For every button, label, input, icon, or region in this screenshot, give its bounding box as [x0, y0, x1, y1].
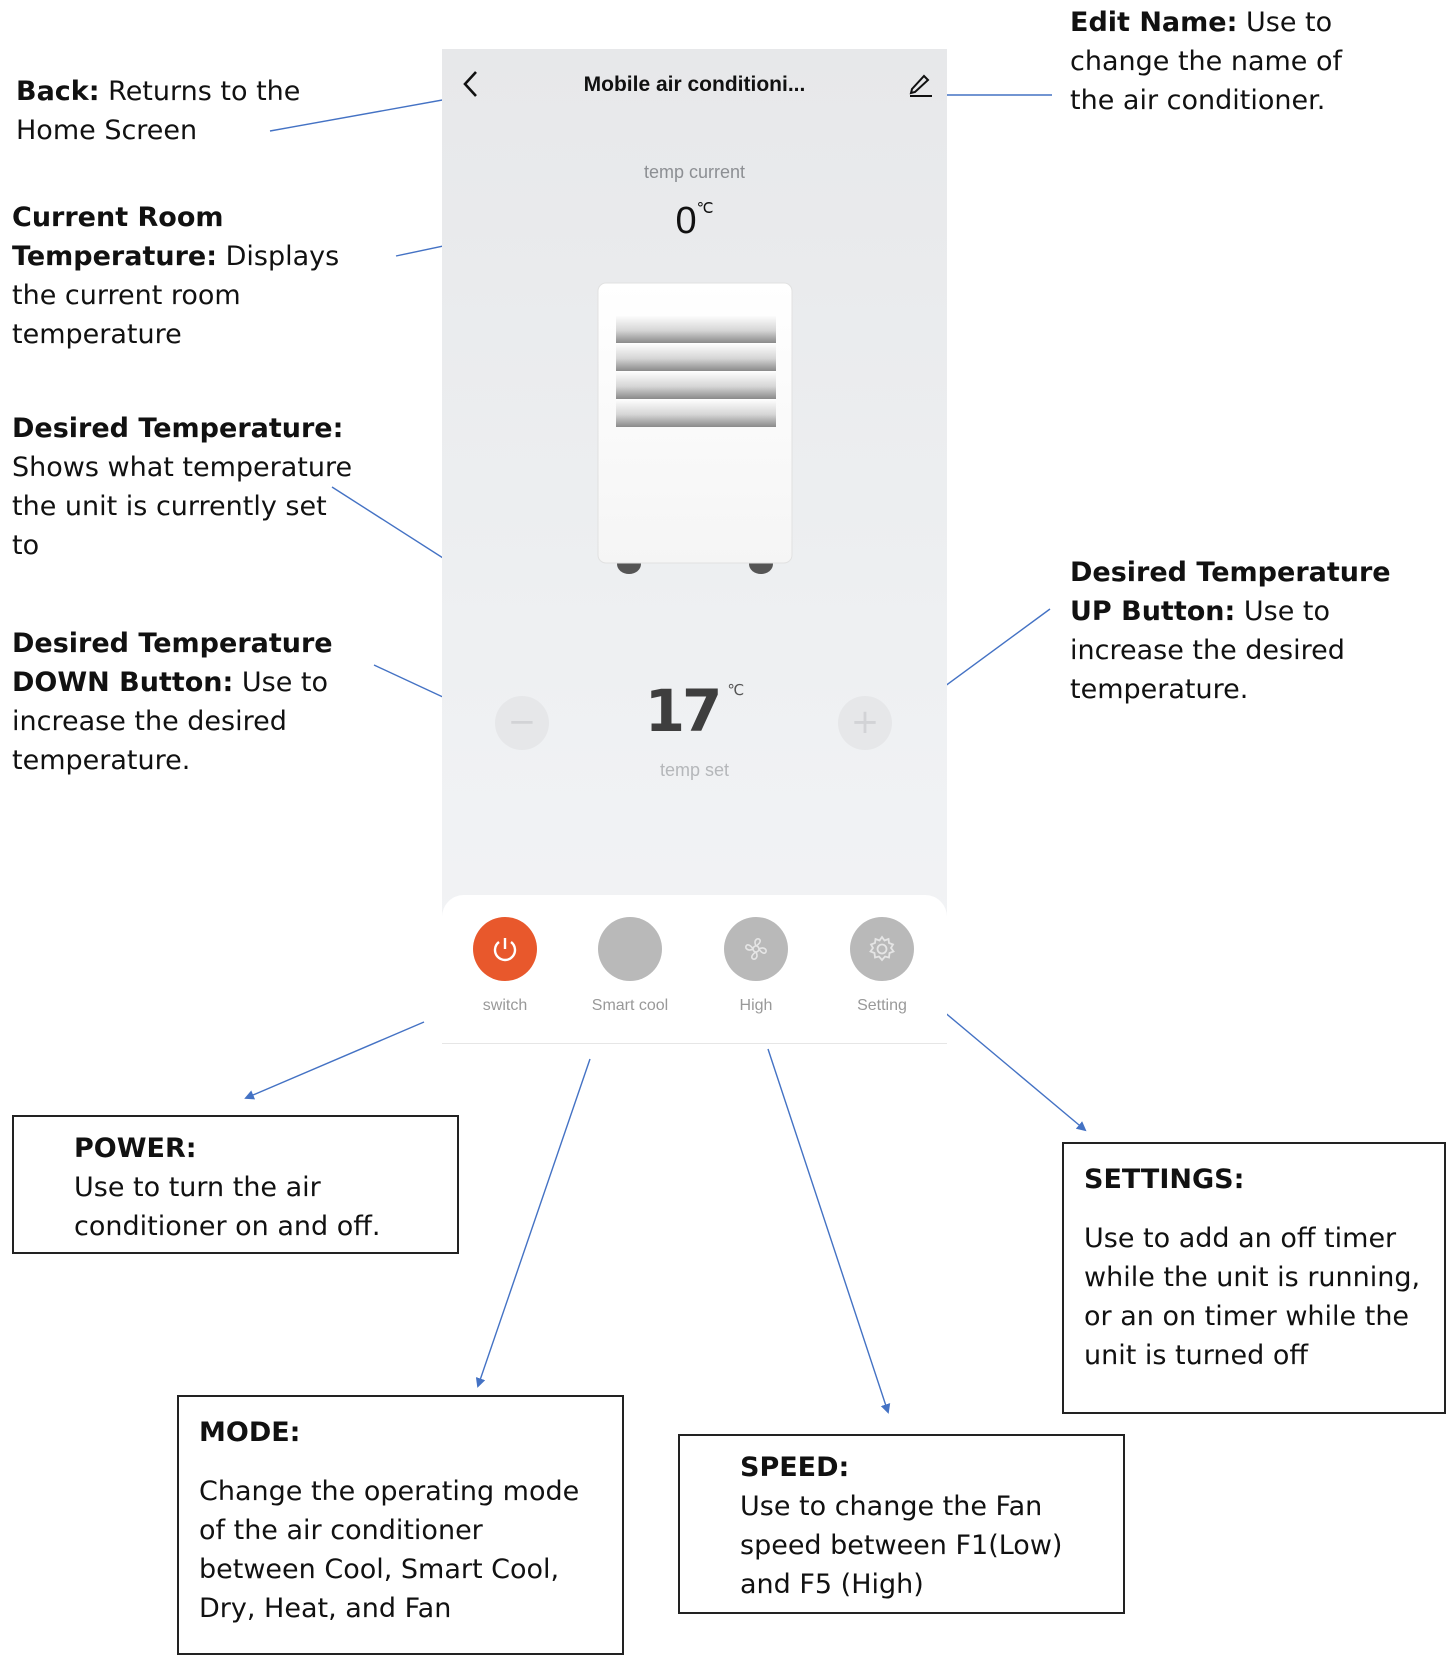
mode-box-title: MODE: [199, 1417, 301, 1448]
mode-box: MODE: Change the operating mode of the a… [177, 1395, 624, 1655]
current-temp-unit: ℃ [696, 200, 714, 217]
setting-label: Setting [857, 997, 907, 1014]
down-annotation: Desired Temperature DOWN Button: Use to … [12, 624, 342, 780]
phone-screen: Mobile air conditioni... temp current 0℃… [442, 49, 947, 1044]
set-temp-label: temp set [659, 760, 730, 780]
current-temp-readout: 0℃ [442, 199, 947, 243]
settings-box-title: SETTINGS: [1084, 1164, 1245, 1195]
current-room-annotation: Current Room Temperature: Displays the c… [12, 198, 382, 354]
fan-speed-button[interactable]: High [696, 917, 816, 1015]
speed-arrow [767, 1048, 891, 1414]
speed-box-title: SPEED: [740, 1452, 850, 1483]
current-temp-label: temp current [643, 162, 746, 182]
current-temp-value: 0 [675, 200, 697, 242]
power-arrow [244, 1021, 425, 1100]
mode-button[interactable]: Smart cool [570, 917, 690, 1015]
switch-button[interactable]: switch [445, 917, 565, 1015]
set-temp-value: 17 [644, 677, 723, 745]
gear-icon [850, 917, 914, 981]
set-temp-unit: ℃ [727, 681, 745, 699]
power-icon [473, 917, 537, 981]
power-box: POWER: Use to turn the air conditioner o… [12, 1115, 459, 1254]
edit-annotation-title: Edit Name: [1070, 7, 1238, 38]
mode-label: Smart cool [591, 997, 669, 1014]
desired-annotation: Desired Temperature: Shows what temperat… [12, 409, 362, 565]
setting-button[interactable]: Setting [822, 917, 942, 1015]
speed-box-text: Use to change the Fan speed between F1(L… [740, 1491, 1063, 1600]
up-annotation: Desired Temperature UP Button: Use to in… [1070, 553, 1440, 709]
control-bar: switch Smart cool High Setting [442, 895, 947, 1044]
mode-box-text: Change the operating mode of the air con… [199, 1476, 580, 1624]
up-annotation-title: Desired Temperature UP Button: [1070, 557, 1391, 627]
current-room-annotation-title: Current Room Temperature: [12, 202, 224, 272]
temp-up-button[interactable]: + [838, 696, 892, 750]
plus-icon: + [850, 702, 880, 742]
back-annotation: Back: Returns to the Home Screen [16, 72, 306, 150]
switch-label: switch [482, 997, 528, 1014]
desired-annotation-title: Desired Temperature: [12, 413, 344, 444]
power-box-text: Use to turn the air conditioner on and o… [74, 1172, 381, 1242]
mode-arrow [475, 1058, 591, 1388]
edit-pencil-icon[interactable] [908, 71, 934, 102]
back-annotation-title: Back: [16, 76, 100, 107]
desired-annotation-text: Shows what temperature the unit is curre… [12, 452, 353, 561]
edit-annotation: Edit Name: Use to change the name of the… [1070, 3, 1390, 120]
settings-box-text: Use to add an off timer while the unit i… [1084, 1223, 1421, 1371]
power-box-title: POWER: [74, 1133, 197, 1164]
settings-box: SETTINGS: Use to add an off timer while … [1062, 1142, 1446, 1414]
fan-speed-label: High [739, 997, 773, 1014]
air-conditioner-illustration [597, 282, 793, 574]
page-title: Mobile air conditioni... [583, 73, 806, 96]
fan-icon [724, 917, 788, 981]
speed-box: SPEED: Use to change the Fan speed betwe… [678, 1434, 1125, 1614]
mode-icon [598, 917, 662, 981]
